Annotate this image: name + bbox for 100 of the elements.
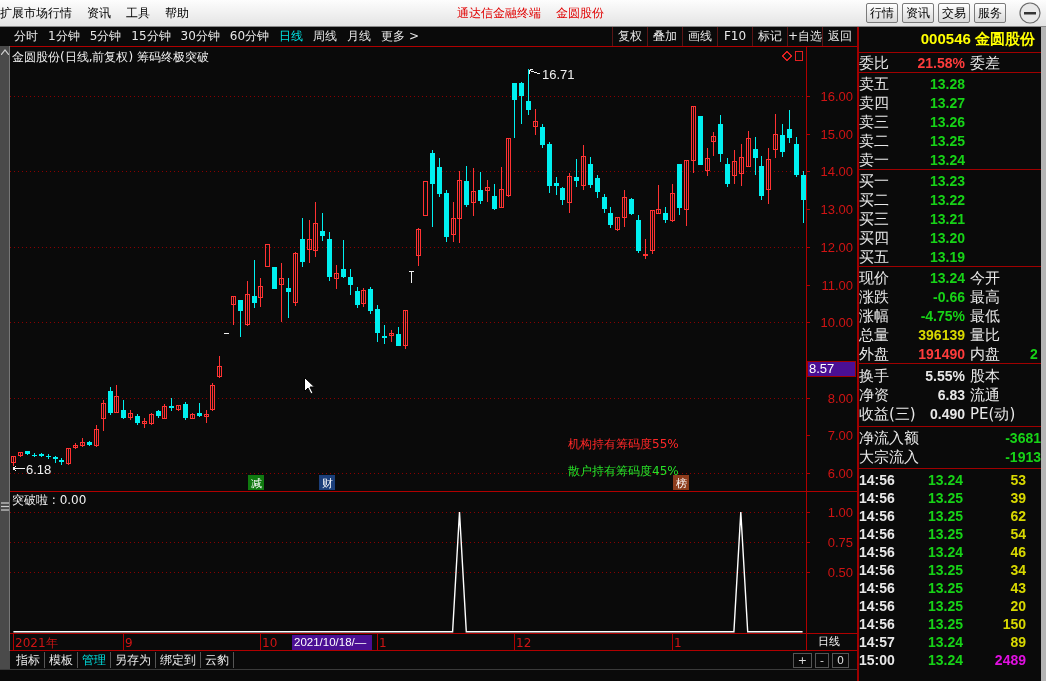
bottom-tab[interactable]: 云豹 xyxy=(201,652,234,668)
diamond-icon[interactable] xyxy=(782,51,792,61)
date-axis-label: 2021年 xyxy=(15,635,58,650)
event-tag[interactable]: 财 xyxy=(319,475,335,490)
bottom-tab[interactable]: 模板 xyxy=(45,652,78,668)
quote-value: 191490 xyxy=(917,345,965,364)
candlestick xyxy=(622,189,627,228)
quote-value: 2 xyxy=(1029,345,1039,364)
toolbar-button[interactable]: 复权 xyxy=(612,27,647,46)
order-price: 13.26 xyxy=(928,113,965,132)
quote-label: 委比 xyxy=(859,54,890,73)
date-axis-label: 9 xyxy=(125,635,133,650)
menu-item[interactable]: 帮助 xyxy=(165,4,189,22)
period-tab[interactable]: 周线 xyxy=(313,27,338,46)
quote-label: 收益(三) xyxy=(859,405,917,424)
period-tab[interactable]: 更多 > xyxy=(381,27,419,46)
candlestick xyxy=(272,267,277,290)
period-tab[interactable]: 60分钟 xyxy=(229,27,270,46)
tick-time: 14:56 xyxy=(859,543,896,562)
nav-button[interactable]: 行情 xyxy=(866,3,898,23)
order-label: 买五 xyxy=(859,248,890,267)
candlestick xyxy=(670,183,675,223)
tick-time: 14:56 xyxy=(859,597,896,616)
candlestick xyxy=(787,109,792,144)
nav-button[interactable]: 资讯 xyxy=(902,3,934,23)
toolbar-button[interactable]: 叠加 xyxy=(647,27,682,46)
period-tab[interactable]: 30分钟 xyxy=(180,27,220,46)
period-tab[interactable]: 月线 xyxy=(347,27,372,46)
menu-icon[interactable] xyxy=(0,502,9,511)
nav-button[interactable]: 交易 xyxy=(938,3,970,23)
cursor-price-label: 8.57 xyxy=(806,360,856,377)
zoom-in-button[interactable]: + xyxy=(792,652,812,668)
toolbar-button[interactable]: 标记 xyxy=(752,27,787,46)
price-axis-label: 10.00 xyxy=(820,315,853,330)
bottom-tab[interactable]: 另存为 xyxy=(111,652,156,668)
reset-button[interactable]: 0 xyxy=(832,652,849,668)
menu-item[interactable]: 资讯 xyxy=(87,4,111,22)
quote-value: -3681 xyxy=(1004,429,1041,448)
candlestick xyxy=(581,144,586,191)
quote-label: 外盘 xyxy=(859,345,890,364)
toolbar-button[interactable]: +自选 xyxy=(787,27,822,46)
toolbar-button[interactable]: 画线 xyxy=(682,27,717,46)
date-axis-label: 12 xyxy=(516,635,532,650)
period-tab[interactable]: 15分钟 xyxy=(131,27,171,46)
minimize-icon[interactable] xyxy=(1018,2,1042,24)
tick-volume: 54 xyxy=(1009,525,1026,544)
candlestick xyxy=(403,309,408,350)
period-tab[interactable]: 分时 xyxy=(14,27,38,46)
event-tag[interactable]: 减 xyxy=(248,475,264,490)
candlestick xyxy=(602,193,607,214)
candlestick xyxy=(238,299,243,338)
order-label: 买三 xyxy=(859,210,890,229)
candlestick xyxy=(540,123,545,149)
price-axis-label: 7.00 xyxy=(827,428,853,443)
quote-label: 流通 xyxy=(969,386,1001,405)
quote-label: 委差 xyxy=(969,54,1001,73)
caret-up-icon[interactable] xyxy=(0,49,9,55)
price-axis-label: 15.00 xyxy=(820,127,853,142)
candlestick xyxy=(368,286,373,315)
candlestick xyxy=(595,174,600,199)
candlestick xyxy=(766,147,771,204)
period-tab[interactable]: 日线 xyxy=(279,27,304,46)
candlestick xyxy=(773,113,778,159)
order-price: 13.28 xyxy=(928,75,965,94)
doji-candle xyxy=(408,271,415,284)
rectangle-icon[interactable] xyxy=(795,51,803,61)
order-price: 13.21 xyxy=(928,210,965,229)
toolbar-button[interactable]: F10 xyxy=(717,27,752,46)
candlestick xyxy=(121,399,126,420)
quote-label: 大宗流入 xyxy=(859,448,920,467)
indicator-axis-label: 1.00 xyxy=(827,505,853,520)
period-tab[interactable]: 1分钟 xyxy=(48,27,80,46)
quote-label: 最高 xyxy=(969,288,1001,307)
zoom-out-button[interactable]: - xyxy=(815,652,829,668)
period-tab[interactable]: 5分钟 xyxy=(89,27,122,46)
bottom-tab[interactable]: 管理 xyxy=(78,652,111,668)
candlestick xyxy=(753,136,758,176)
bottom-tab[interactable]: 绑定到 xyxy=(156,652,201,668)
event-tag[interactable]: 榜 xyxy=(673,475,689,490)
tick-price: 13.24 xyxy=(926,471,963,490)
candlestick xyxy=(300,217,305,268)
nav-button[interactable]: 服务 xyxy=(974,3,1006,23)
tick-volume: 39 xyxy=(1009,489,1026,508)
quote-value: -1913 xyxy=(1004,448,1041,467)
quote-label: 内盘 xyxy=(969,345,1001,364)
quote-label: 现价 xyxy=(859,269,890,288)
stock-code-title: 000546 金圆股份 xyxy=(920,29,1035,50)
indicator-title: 突破啦 : 0.00 xyxy=(12,493,87,507)
quote-label: 净资 xyxy=(859,386,890,405)
menu-item[interactable]: 工具 xyxy=(126,4,150,22)
mouse-pointer-icon xyxy=(304,377,315,395)
quote-value: 13.24 xyxy=(928,269,965,288)
date-axis-label: 1 xyxy=(674,635,682,650)
candlestick xyxy=(554,176,559,196)
tick-volume: 20 xyxy=(1009,597,1026,616)
tick-volume: 62 xyxy=(1009,507,1026,526)
candlestick xyxy=(341,239,346,279)
bottom-tab[interactable]: 指标 xyxy=(12,652,45,668)
price-axis-label: 14.00 xyxy=(820,164,853,179)
menu-item[interactable]: 扩展市场行情 xyxy=(0,4,72,22)
